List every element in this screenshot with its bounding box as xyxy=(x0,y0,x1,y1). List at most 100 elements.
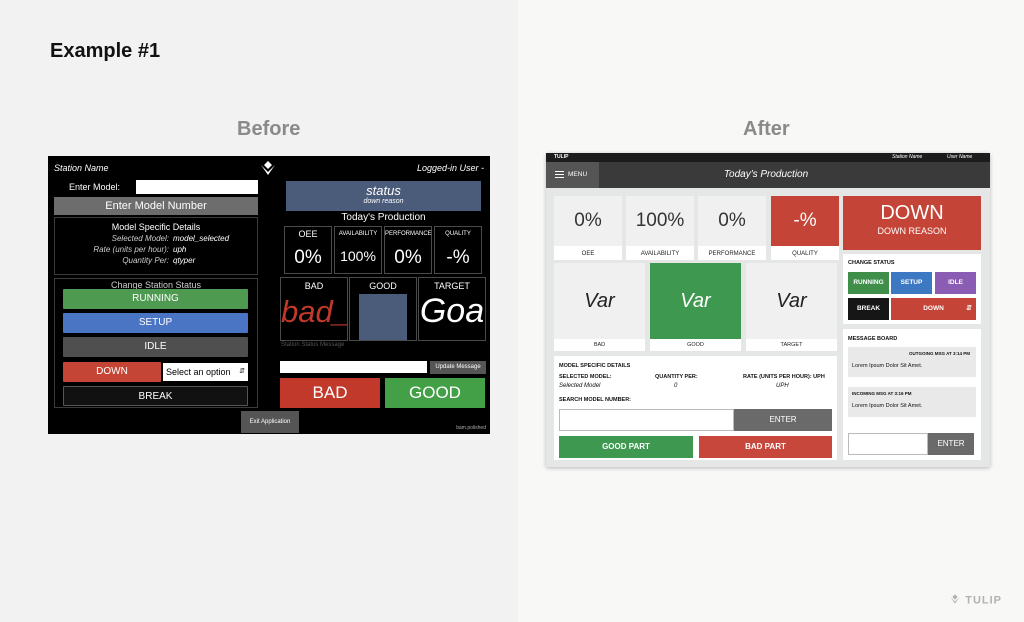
down-label: DOWN xyxy=(923,305,944,312)
enter-model-label: Enter Model: xyxy=(69,182,121,192)
rate-value: UPH xyxy=(776,383,789,389)
message-board-title: MESSAGE BOARD xyxy=(848,336,898,342)
bad-button[interactable]: BAD xyxy=(280,378,380,408)
good-count-label: GOOD xyxy=(369,281,397,291)
search-model-input[interactable] xyxy=(559,409,734,431)
kpi-performance: PERFORMANCE 0% xyxy=(384,226,432,274)
outgoing-message: OUTGOING MSG AT 3:14 PM Lorem Ipsum Dolo… xyxy=(848,347,976,377)
count-value: Var xyxy=(650,263,741,339)
good-button[interactable]: GOOD xyxy=(385,378,485,408)
break-button[interactable]: BREAK xyxy=(848,298,889,320)
kpi-value: 100% xyxy=(626,196,694,246)
idle-button[interactable]: IDLE xyxy=(63,337,248,357)
kpi-value: 0% xyxy=(698,196,766,246)
down-reason-select[interactable]: Select an option ⇵ xyxy=(163,363,248,381)
running-button[interactable]: RUNNING xyxy=(848,272,889,294)
good-part-button[interactable]: GOOD PART xyxy=(559,436,693,458)
hamburger-icon xyxy=(555,169,564,180)
down-select[interactable]: DOWN ⇵ xyxy=(891,298,976,320)
good-count-box: GOOD xyxy=(349,277,417,341)
status-card: DOWN DOWN REASON xyxy=(843,196,981,250)
status-title: DOWN xyxy=(880,202,944,224)
rate-value: uph xyxy=(173,245,187,254)
message-text: Lorem Ipsum Dolor Sit Amet. xyxy=(852,363,923,369)
good-count-value-area xyxy=(359,294,407,340)
kpi-label: QUALITY xyxy=(445,231,471,237)
quantity-per-label: QUANTITY PER: xyxy=(655,374,698,380)
message-text: Lorem Ipsum Dolor Sit Amet. xyxy=(852,403,923,409)
user-name: User Name xyxy=(947,154,973,160)
count-label: TARGET xyxy=(780,342,803,348)
menu-button[interactable]: MENU xyxy=(546,162,599,188)
kpi-label: QUALITY xyxy=(792,251,818,257)
message-enter-button[interactable]: ENTER xyxy=(928,433,974,455)
message-input[interactable] xyxy=(848,433,928,455)
kpi-quality: -% QUALITY xyxy=(771,196,839,260)
bad-count-label: BAD xyxy=(304,281,324,291)
down-button[interactable]: DOWN xyxy=(63,362,161,382)
target-count-value: Goa xyxy=(419,292,485,330)
tulip-logo-icon xyxy=(949,593,961,608)
message-time: AT 3:14 PM xyxy=(946,351,970,356)
bad-count-box: BAD bad_ xyxy=(280,277,348,341)
idle-button[interactable]: IDLE xyxy=(935,272,976,294)
tulip-brand: TULIP xyxy=(949,593,1002,608)
tulip-logo xyxy=(259,159,277,182)
bad-part-button[interactable]: BAD PART xyxy=(699,436,832,458)
kpi-performance: 0% PERFORMANCE xyxy=(698,196,766,260)
running-button[interactable]: RUNNING xyxy=(63,289,248,309)
before-caption: Before xyxy=(237,118,301,140)
status-box: status down reason xyxy=(286,181,481,211)
rate-label: RATE (UNITS PER HOUR): UPH xyxy=(743,374,825,380)
update-message-button[interactable]: Update Message xyxy=(430,361,486,374)
target-count-box: TARGET Goa xyxy=(418,277,486,341)
change-status-card: CHANGE STATUS RUNNING SETUP IDLE BREAK D… xyxy=(843,254,981,324)
footer-user: bam.polished xyxy=(456,425,486,431)
select-arrow-icon: ⇵ xyxy=(239,368,245,375)
message-input[interactable] xyxy=(280,361,427,373)
bad-count-value: bad_ xyxy=(281,294,348,329)
good-count-box: Var GOOD xyxy=(650,263,741,351)
quantity-per-value: 0 xyxy=(674,383,678,389)
message-board-card: MESSAGE BOARD OUTGOING MSG AT 3:14 PM Lo… xyxy=(843,329,981,460)
kpi-label: OEE xyxy=(581,251,595,257)
top-bar: TULIP Station Name User Name xyxy=(546,153,990,162)
page-title: Today's Production xyxy=(723,169,809,180)
page-heading: Example #1 xyxy=(50,40,161,62)
station-name: Station Name xyxy=(892,154,923,160)
select-arrow-icon: ⇵ xyxy=(966,305,972,312)
exit-application-button[interactable]: Exit Application xyxy=(241,411,299,433)
target-count-label: TARGET xyxy=(434,281,470,291)
header: MENU Today's Production xyxy=(546,162,990,188)
selected-model-label: Selected Model: xyxy=(111,234,169,243)
model-details-title: Model Specific Details xyxy=(111,222,201,232)
search-enter-button[interactable]: ENTER xyxy=(734,409,832,431)
rate-label: Rate (units per hour): xyxy=(93,245,169,254)
kpi-value: 0% xyxy=(294,247,322,268)
setup-button[interactable]: SETUP xyxy=(891,272,932,294)
kpi-value: 0% xyxy=(394,247,422,268)
kpi-quality: QUALITY -% xyxy=(434,226,482,274)
search-model-label: SEARCH MODEL NUMBER: xyxy=(559,397,632,403)
break-button[interactable]: BREAK xyxy=(63,386,248,406)
kpi-value: 100% xyxy=(340,248,376,264)
kpi-label: AVAILABILITY xyxy=(640,251,680,257)
message-header: INCOMING MSG xyxy=(852,391,887,396)
kpi-label: PERFORMANCE xyxy=(708,251,756,257)
after-caption: After xyxy=(743,118,790,140)
kpi-oee: 0% OEE xyxy=(554,196,622,260)
enter-model-number-button[interactable]: Enter Model Number xyxy=(54,197,258,215)
target-count-box: Var TARGET xyxy=(746,263,837,351)
selected-model-value: Selected Model xyxy=(559,383,601,389)
kpi-oee: OEE 0% xyxy=(284,226,332,274)
kpi-value: -% xyxy=(446,247,470,268)
setup-button[interactable]: SETUP xyxy=(63,313,248,333)
count-value: Var xyxy=(746,263,837,339)
change-status-title: CHANGE STATUS xyxy=(848,260,895,266)
message-time: AT 3:16 PM xyxy=(887,391,912,396)
status-reason: DOWN REASON xyxy=(877,226,947,236)
quantity-per-label: Quantity Per: xyxy=(122,256,169,265)
kpi-label: OEE xyxy=(298,229,318,239)
station-name: Station Name xyxy=(54,163,109,173)
enter-model-input[interactable] xyxy=(136,180,258,194)
